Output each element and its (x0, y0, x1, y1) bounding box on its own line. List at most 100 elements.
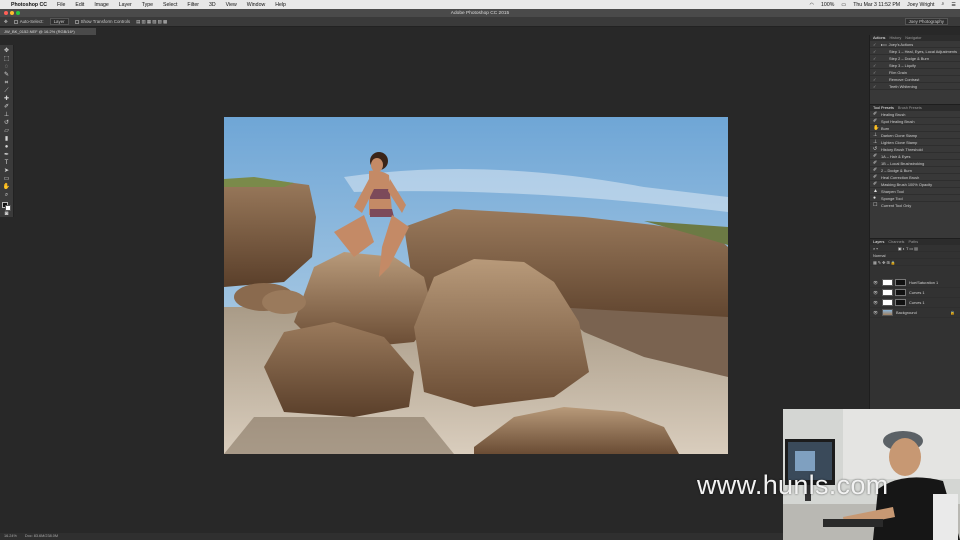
layer-row[interactable]: 👁 Curves 1 (870, 288, 960, 298)
hand-tool-icon[interactable]: ✋ (2, 184, 11, 190)
tab-navigator[interactable]: Navigator (905, 36, 921, 40)
preset-item[interactable]: ✐ Heal Correction Brush (870, 174, 960, 181)
search-icon[interactable]: ⌕ (941, 1, 944, 8)
layer-row[interactable]: 👁 Hue/Saturation 1 (870, 278, 960, 288)
eye-icon[interactable]: 👁 (873, 290, 879, 295)
tab-paths[interactable]: Paths (908, 240, 918, 244)
action-check[interactable]: ✓ (873, 56, 881, 61)
preset-item[interactable]: ⊥ Lighten Clone Stamp (870, 139, 960, 146)
minimize-window-button[interactable] (10, 10, 14, 15)
menu-window[interactable]: Window (247, 2, 265, 8)
quick-select-tool-icon[interactable]: ✎ (2, 72, 11, 78)
filter-toggle-icons[interactable]: ▣ ◐ T ▭ ▤ (898, 246, 918, 251)
action-check[interactable]: ✓ (873, 49, 881, 54)
action-item[interactable]: ✓ Step 1 – Heal, Eyes, Local Adjustments (870, 48, 960, 55)
layer-row-background[interactable]: 👁 Background 🔒 (870, 308, 960, 318)
eye-icon[interactable]: 👁 (873, 300, 879, 305)
clone-stamp-tool-icon[interactable]: ⊥ (2, 112, 11, 118)
history-brush-tool-icon[interactable]: ↺ (2, 120, 11, 126)
workspace-dropdown[interactable]: Joey Photography (904, 18, 948, 25)
preset-item[interactable]: ✐ Healing Brush (870, 111, 960, 118)
action-item[interactable]: ✓ Film Grain (870, 69, 960, 76)
blend-mode-row[interactable]: Normal (870, 252, 960, 259)
menu-help[interactable]: Help (275, 2, 286, 8)
menu-edit[interactable]: Edit (75, 2, 84, 8)
menu-3d[interactable]: 3D (209, 2, 216, 8)
tab-tool-presets[interactable]: Tool Presets (873, 106, 894, 110)
pen-tool-icon[interactable]: ✒ (2, 152, 11, 158)
auto-select-checkbox[interactable]: Auto-Select: (13, 19, 44, 24)
action-item[interactable]: ✓ Step 3 – Liquify (870, 62, 960, 69)
layer-mask-thumbnail[interactable] (895, 289, 906, 296)
menu-view[interactable]: View (226, 2, 237, 8)
action-check[interactable]: ✓ (873, 70, 881, 75)
preset-item[interactable]: ✋ Burn (870, 125, 960, 132)
layer-mask-thumbnail[interactable] (895, 299, 906, 306)
menu-file[interactable]: File (57, 2, 65, 8)
document-canvas-image[interactable] (224, 117, 728, 454)
action-item[interactable]: ✓ Remove Contrast (870, 76, 960, 83)
background-color[interactable] (4, 205, 11, 211)
eye-icon[interactable]: 👁 (873, 280, 879, 285)
blend-mode-dropdown[interactable]: Normal (873, 253, 886, 258)
transform-controls-checkbox[interactable]: Show Transform Controls (74, 19, 130, 24)
menu-type[interactable]: Type (142, 2, 153, 8)
preset-item[interactable]: ▲ Sharpen Tool (870, 188, 960, 195)
tab-actions[interactable]: Actions (873, 36, 885, 40)
layer-row[interactable]: 👁 Curves 1 (870, 298, 960, 308)
preset-item[interactable]: ✐ 1A – Hair & Eyes (870, 153, 960, 160)
menu-filter[interactable]: Filter (187, 2, 199, 8)
user-name[interactable]: Joey Wright (907, 2, 934, 8)
type-tool-icon[interactable]: T (2, 160, 11, 166)
preset-item[interactable]: ⊥ Darken Clone Stamp (870, 132, 960, 139)
marquee-tool-icon[interactable]: ⬚ (2, 56, 11, 62)
layer-filter-row[interactable]: ⌕ ▾ ▣ ◐ T ▭ ▤ (870, 245, 960, 252)
tab-layers[interactable]: Layers (873, 240, 884, 244)
action-item[interactable]: ✓ ▸▭ Joey's Actions (870, 41, 960, 48)
zoom-tool-icon[interactable]: ⌕ (2, 192, 11, 198)
menu-layer[interactable]: Layer (119, 2, 132, 8)
menu-photoshop[interactable]: Photoshop CC (11, 2, 47, 8)
action-check[interactable]: ✓ (873, 84, 881, 89)
preset-item[interactable]: ● Sponge Tool (870, 195, 960, 202)
document-tab[interactable]: JW_BK_0152.NEF @ 16.2% (RGB/16*) (0, 28, 96, 35)
brush-tool-icon[interactable]: ✐ (2, 104, 11, 110)
preset-item[interactable]: ↺ History Brush Threshold (870, 146, 960, 153)
tab-brush-presets[interactable]: Brush Presets (898, 106, 922, 110)
close-window-button[interactable] (4, 10, 8, 15)
menu-image[interactable]: Image (94, 2, 108, 8)
notification-icon[interactable]: ☰ (951, 2, 956, 8)
move-tool-icon[interactable]: ✥ (2, 48, 11, 54)
lock-icons[interactable]: ▦ ✎ ✥ ⊞ 🔒 (873, 260, 896, 265)
align-icons[interactable]: ▤ ▥ ▦ ▧ ▨ ▩ (136, 19, 167, 25)
dodge-tool-icon[interactable]: ● (2, 144, 11, 150)
menu-select[interactable]: Select (163, 2, 177, 8)
shape-tool-icon[interactable]: ▭ (2, 176, 11, 182)
auto-select-dropdown[interactable]: Layer (49, 18, 69, 25)
tab-channels[interactable]: Channels (888, 240, 904, 244)
action-check[interactable]: ✓ (873, 63, 881, 68)
preset-item[interactable]: ✐ Masking Brush 100% Opacity (870, 181, 960, 188)
gradient-tool-icon[interactable]: ▮ (2, 136, 11, 142)
checkbox-icon[interactable]: ☐ (873, 203, 878, 208)
action-item[interactable]: ✓ Teeth Whitening (870, 83, 960, 90)
zoom-window-button[interactable] (16, 10, 20, 15)
preset-item[interactable]: ✐ Spot Healing Brush (870, 118, 960, 125)
doc-size[interactable]: Doc: 83.6M/238.0M (25, 533, 58, 540)
clock[interactable]: Thu Mar 3 11:52 PM (853, 2, 900, 8)
move-tool-icon[interactable]: ✥ (4, 19, 8, 25)
tab-history[interactable]: History (889, 36, 901, 40)
quick-mask-icon[interactable]: ◙ (2, 211, 11, 217)
color-swatches[interactable] (1, 202, 12, 211)
lock-row[interactable]: ▦ ✎ ✥ ⊞ 🔒 (870, 259, 960, 266)
wifi-icon[interactable]: ◠ (810, 2, 815, 8)
lasso-tool-icon[interactable]: ◌ (2, 64, 11, 70)
layer-mask-thumbnail[interactable] (895, 279, 906, 286)
preset-item[interactable]: ✐ 1B – Local Brushstroking (870, 160, 960, 167)
action-check[interactable]: ✓ (873, 42, 881, 47)
preset-item[interactable]: ✐ 2 – Dodge & Burn (870, 167, 960, 174)
action-check[interactable]: ✓ (873, 77, 881, 82)
battery-icon[interactable]: ▭ (841, 2, 846, 8)
eraser-tool-icon[interactable]: ▱ (2, 128, 11, 134)
crop-tool-icon[interactable]: ⌗ (2, 80, 11, 86)
